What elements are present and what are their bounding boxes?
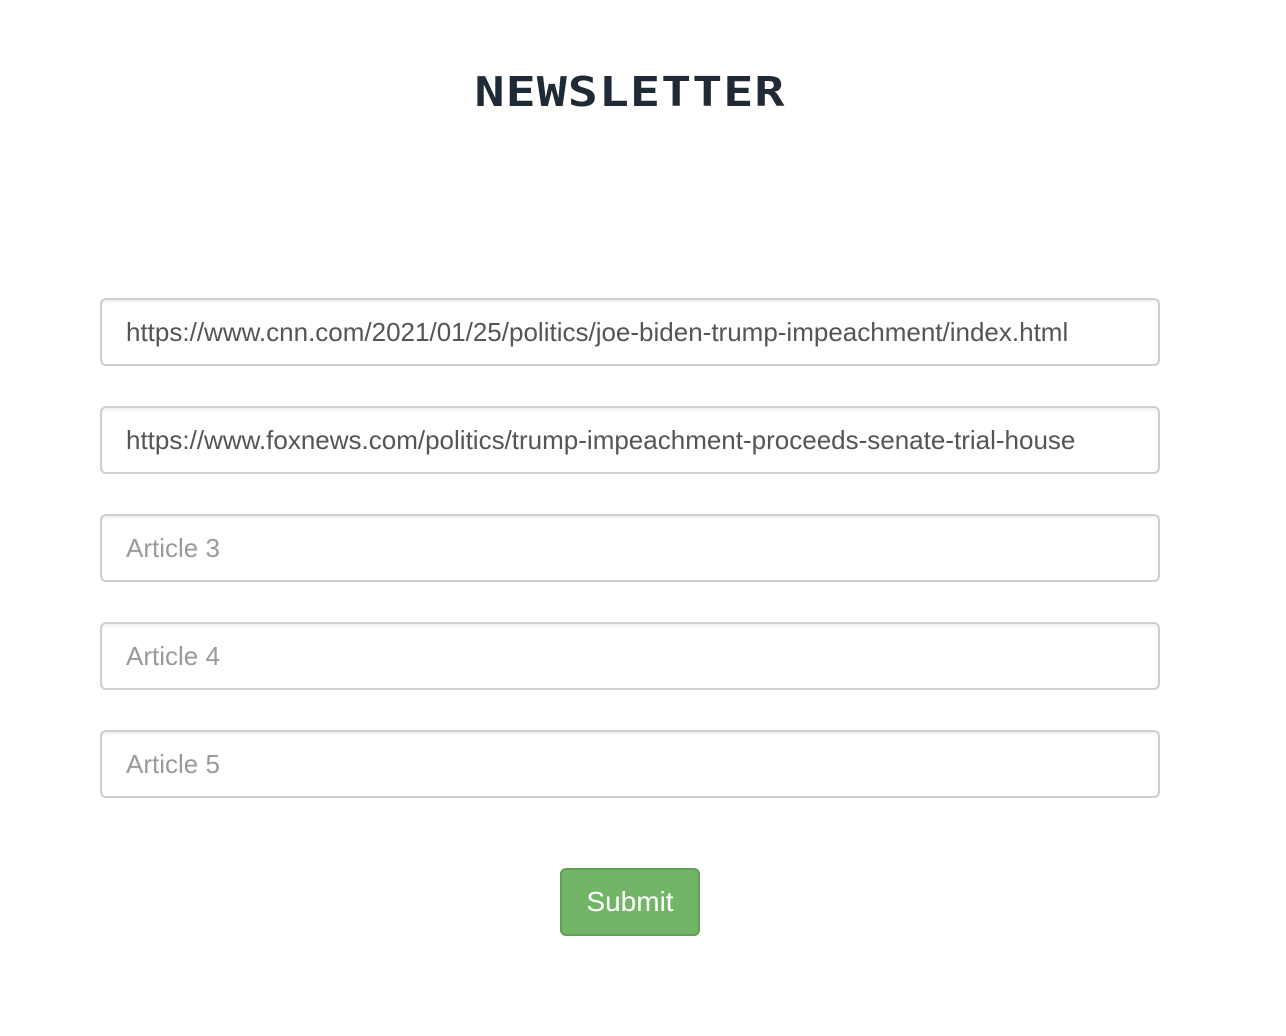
article-5-input[interactable] bbox=[100, 730, 1160, 798]
newsletter-logo: NEWSLETTER bbox=[474, 68, 786, 117]
article-4-input[interactable] bbox=[100, 622, 1160, 690]
article-3-input[interactable] bbox=[100, 514, 1160, 582]
article-1-input[interactable] bbox=[100, 298, 1160, 366]
article-2-input[interactable] bbox=[100, 406, 1160, 474]
submit-button[interactable]: Submit bbox=[560, 868, 700, 936]
